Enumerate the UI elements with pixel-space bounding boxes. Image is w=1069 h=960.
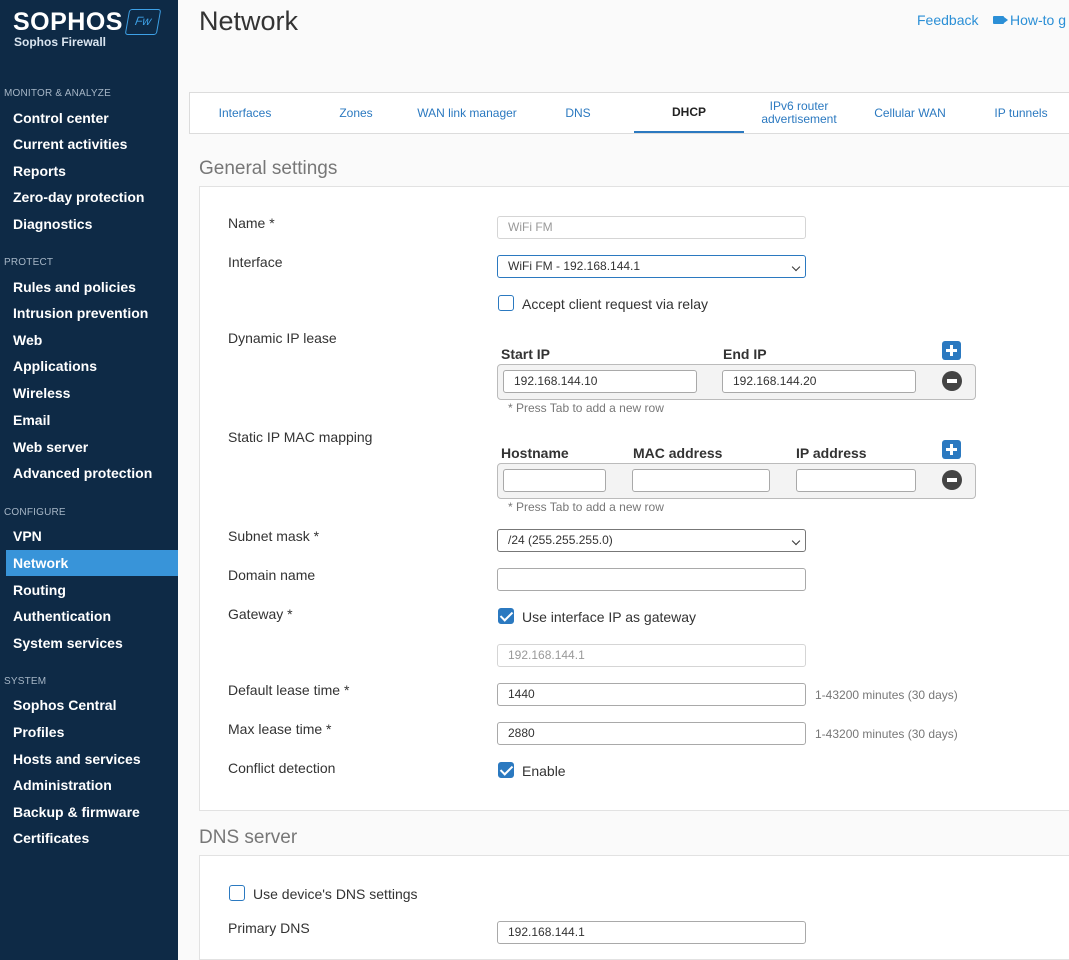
nav-section-configure: CONFIGURE [4,507,66,518]
video-camera-icon [993,16,1008,24]
primary-dns-label: Primary DNS [228,920,310,936]
relay-checkbox[interactable] [498,295,514,311]
conflict-detection-label: Conflict detection [228,760,336,776]
add-mapping-row-plus-icon[interactable] [942,440,961,459]
sidebar-item-zero-day-protection[interactable]: Zero-day protection [6,184,178,210]
max-lease-range: 1-43200 minutes (30 days) [815,727,958,741]
firewall-badge-icon: Fw [124,9,162,35]
domain-name-label: Domain name [228,567,316,583]
interface-select[interactable]: WiFi FM - 192.168.144.1 [497,255,806,278]
default-lease-time-input[interactable]: 1440 [497,683,806,706]
tab-dns[interactable]: DNS [523,93,633,133]
tab-dhcp[interactable]: DHCP [634,93,744,133]
tab-ip-tunnels[interactable]: IP tunnels [966,93,1069,133]
lease-tab-hint: * Press Tab to add a new row [508,401,664,415]
default-lease-time-label: Default lease time * [228,682,350,698]
tab-wan-link-manager[interactable]: WAN link manager [412,93,522,133]
subnet-mask-label: Subnet mask * [228,528,320,544]
ip-address-header: IP address [796,445,867,461]
sidebar-item-wireless[interactable]: Wireless [6,380,178,406]
howto-link[interactable]: How-to g [993,12,1066,28]
tab-interfaces[interactable]: Interfaces [190,93,300,133]
conflict-detection-checkbox[interactable] [498,762,514,778]
name-field[interactable]: WiFi FM [497,216,806,239]
max-lease-time-label: Max lease time * [228,721,332,737]
dns-server-panel [199,855,1069,960]
sidebar-item-email[interactable]: Email [6,407,178,433]
subnet-mask-select[interactable]: /24 (255.255.255.0) [497,529,806,552]
page-title: Network [199,6,299,36]
hostname-header: Hostname [501,445,569,461]
domain-name-input[interactable] [497,568,806,591]
chevron-down-icon [791,262,801,272]
sidebar-item-rules-and-policies[interactable]: Rules and policies [6,274,178,300]
sidebar-item-diagnostics[interactable]: Diagnostics [6,211,178,237]
feedback-link[interactable]: Feedback [917,12,978,28]
dynamic-ip-lease-label: Dynamic IP lease [228,330,337,346]
sidebar-item-vpn[interactable]: VPN [6,523,178,549]
mac-address-header: MAC address [633,445,723,461]
sidebar-item-reports[interactable]: Reports [6,158,178,184]
sidebar-item-web-server[interactable]: Web server [6,434,178,460]
use-device-dns-label: Use device's DNS settings [253,886,418,902]
relay-checkbox-label: Accept client request via relay [522,296,708,312]
sidebar-item-web[interactable]: Web [6,327,178,353]
sidebar-item-network[interactable]: Network [6,550,178,576]
nav-section-protect: PROTECT [4,257,54,268]
nav-section-monitor: MONITOR & ANALYZE [4,88,111,99]
product-name: Sophos Firewall [14,35,107,49]
sophos-logo: SOPHOS [13,8,123,36]
gateway-ip-field[interactable]: 192.168.144.1 [497,644,806,667]
static-mac-input[interactable] [632,469,770,492]
general-settings-title: General settings [199,158,338,179]
sidebar-item-applications[interactable]: Applications [6,353,178,379]
tab-bar: Interfaces Zones WAN link manager DNS DH… [189,92,1069,134]
sidebar-item-hosts-and-services[interactable]: Hosts and services [6,746,178,772]
interface-label: Interface [228,254,283,270]
tab-cellular-wan[interactable]: Cellular WAN [855,93,965,133]
tab-ipv6-router-advertisement[interactable]: IPv6 router advertisement [744,93,854,133]
lease-start-ip-input[interactable]: 192.168.144.10 [503,370,697,393]
sidebar-item-certificates[interactable]: Certificates [6,825,178,851]
sidebar-item-control-center[interactable]: Control center [6,105,178,131]
sidebar-item-administration[interactable]: Administration [6,772,178,798]
lease-end-ip-input[interactable]: 192.168.144.20 [722,370,916,393]
static-mapping-label: Static IP MAC mapping [228,429,373,445]
end-ip-header: End IP [723,346,767,362]
sidebar-item-sophos-central[interactable]: Sophos Central [6,692,178,718]
max-lease-time-input[interactable]: 2880 [497,722,806,745]
chevron-down-icon [791,536,801,546]
sidebar-item-advanced-protection[interactable]: Advanced protection [6,460,178,486]
sidebar-item-system-services[interactable]: System services [6,630,178,656]
primary-dns-input[interactable]: 192.168.144.1 [497,921,806,944]
sidebar-item-backup-firmware[interactable]: Backup & firmware [6,799,178,825]
default-lease-range: 1-43200 minutes (30 days) [815,688,958,702]
interface-select-value: WiFi FM - 192.168.144.1 [508,259,641,273]
sidebar-item-authentication[interactable]: Authentication [6,603,178,629]
dns-server-title: DNS server [199,827,298,848]
conflict-detection-checkbox-label: Enable [522,763,566,779]
sidebar-item-current-activities[interactable]: Current activities [6,131,178,157]
subnet-mask-value: /24 (255.255.255.0) [508,533,613,547]
mapping-tab-hint: * Press Tab to add a new row [508,500,664,514]
static-ip-input[interactable] [796,469,916,492]
gateway-checkbox[interactable] [498,608,514,624]
gateway-label: Gateway * [228,606,293,622]
tab-zones[interactable]: Zones [301,93,411,133]
start-ip-header: Start IP [501,346,551,362]
static-hostname-input[interactable] [503,469,606,492]
howto-label: How-to g [1010,12,1067,28]
use-device-dns-checkbox[interactable] [229,885,245,901]
sidebar: SOPHOS Fw Sophos Firewall MONITOR & ANAL… [0,0,178,960]
nav-section-system: SYSTEM [4,676,47,687]
sidebar-item-intrusion-prevention[interactable]: Intrusion prevention [6,300,178,326]
add-lease-row-plus-icon[interactable] [942,341,961,360]
remove-mapping-row-minus-icon[interactable] [942,470,962,490]
gateway-checkbox-label: Use interface IP as gateway [522,609,697,625]
sidebar-item-routing[interactable]: Routing [6,577,178,603]
name-label: Name * [228,215,275,231]
sidebar-item-profiles[interactable]: Profiles [6,719,178,745]
remove-lease-row-minus-icon[interactable] [942,371,962,391]
